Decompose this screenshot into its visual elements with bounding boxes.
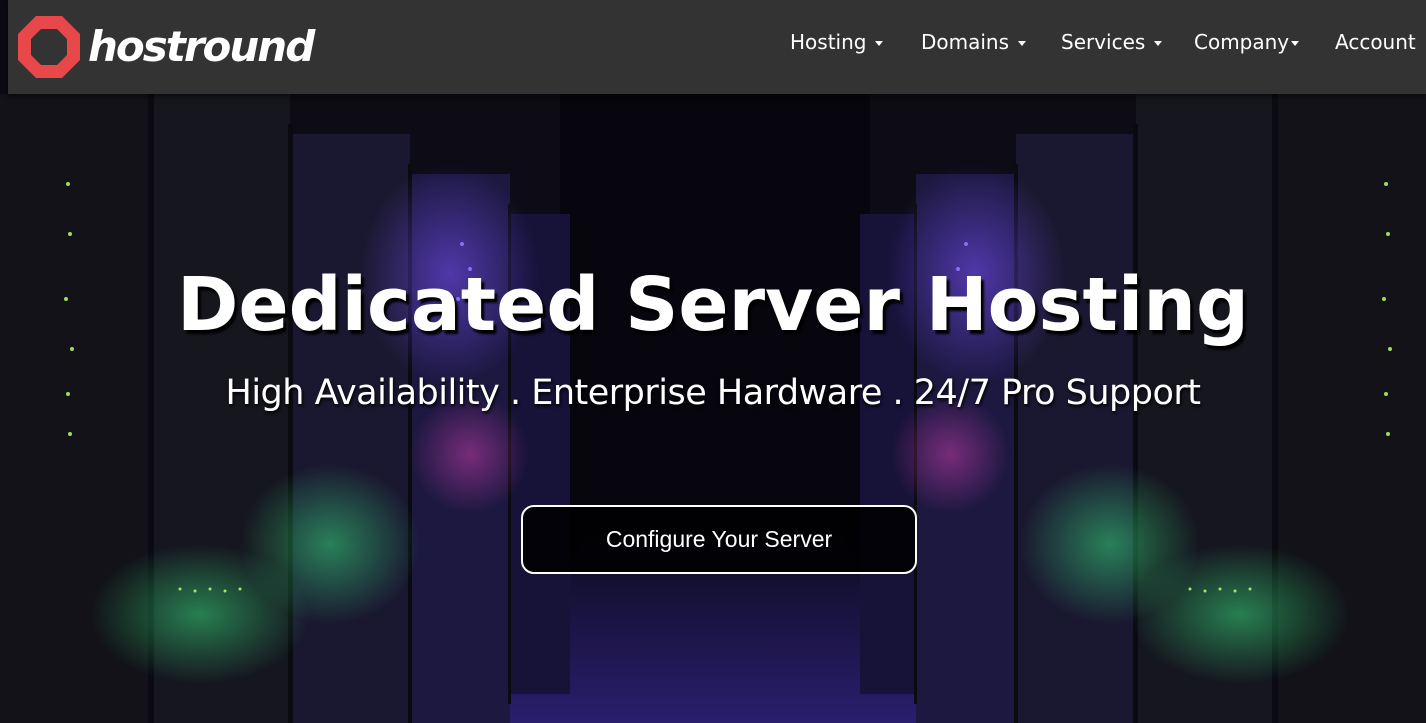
nav-item-domains[interactable]: Domains <box>921 30 1027 54</box>
caret-down-icon <box>1291 40 1300 46</box>
hero-subtitle: High Availability . Enterprise Hardware … <box>225 373 1201 413</box>
nav-item-label: Domains <box>921 30 1010 54</box>
configure-server-button[interactable]: Configure Your Server <box>521 505 917 574</box>
caret-down-icon <box>1018 40 1027 46</box>
nav-item-label: Company <box>1194 30 1290 54</box>
brand-logo[interactable]: hostround <box>16 14 315 80</box>
nav-item-hosting[interactable]: Hosting <box>790 30 884 54</box>
nav-item-label: Hosting <box>790 30 867 54</box>
nav-item-account[interactable]: Account <box>1335 30 1416 54</box>
nav-item-label: Services <box>1061 30 1146 54</box>
hero-title: Dedicated Server Hosting <box>177 262 1249 348</box>
octagon-logo-icon <box>18 16 80 78</box>
hero-section: Dedicated Server Hosting High Availabili… <box>0 94 1426 723</box>
nav-item-services[interactable]: Services <box>1061 30 1163 54</box>
nav-item-label: Account <box>1335 30 1416 54</box>
brand-name: hostround <box>88 22 315 71</box>
nav-item-company[interactable]: Company <box>1194 30 1300 54</box>
caret-down-icon <box>875 40 884 46</box>
caret-down-icon <box>1154 40 1163 46</box>
site-header: hostround Hosting Domains Services Compa… <box>8 0 1426 94</box>
